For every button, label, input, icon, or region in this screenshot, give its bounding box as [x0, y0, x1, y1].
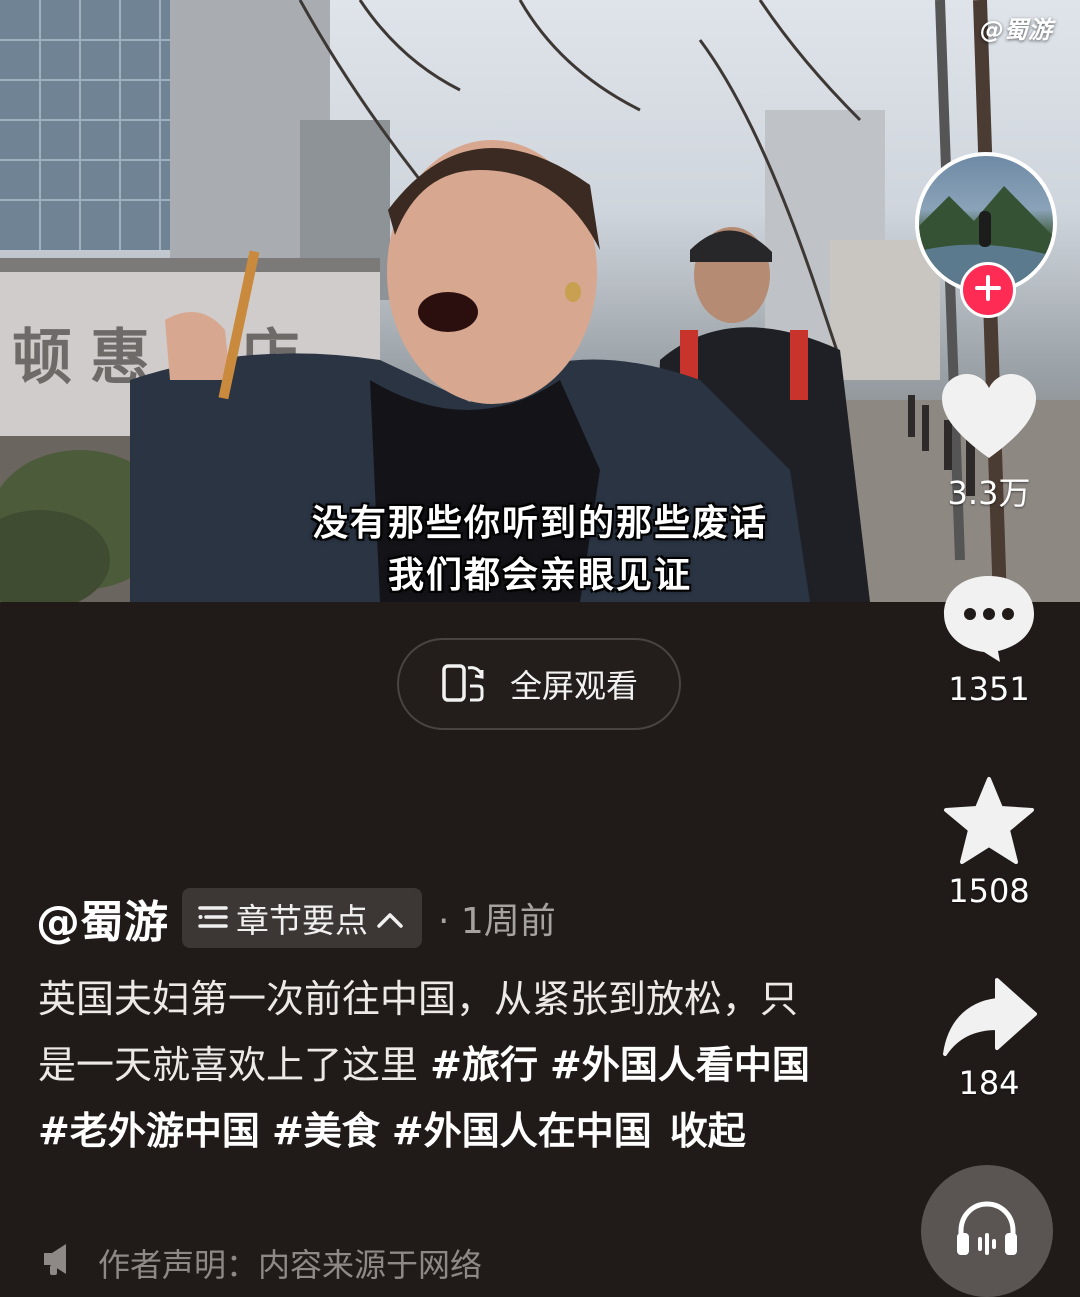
- share-button[interactable]: 184: [919, 976, 1059, 1102]
- like-count: 3.3万: [947, 474, 1031, 512]
- fullscreen-label: 全屏观看: [509, 667, 638, 705]
- favorite-count: 1508: [948, 872, 1030, 910]
- hashtag-link[interactable]: #美食: [272, 1109, 380, 1153]
- chapters-button[interactable]: 章节要点: [182, 888, 422, 948]
- svg-text:顿: 顿: [12, 323, 72, 393]
- comment-button[interactable]: 1351: [919, 572, 1059, 708]
- collapse-button[interactable]: 收起: [670, 1109, 746, 1153]
- favorite-button[interactable]: 1508: [919, 776, 1059, 910]
- post-description: 英国夫妇第一次前往中国，从紧张到放松，只是一天就喜欢上了这里 #旅行 #外国人看…: [38, 966, 828, 1164]
- megaphone-icon: [40, 1241, 80, 1285]
- audio-button[interactable]: [921, 1165, 1053, 1297]
- chevron-up-icon: [376, 899, 404, 938]
- video-player[interactable]: 顿惠店: [0, 0, 1080, 602]
- follow-button[interactable]: [960, 262, 1016, 318]
- subtitle-line-2: 我们都会亲眼见证: [387, 554, 692, 596]
- share-count: 184: [958, 1064, 1020, 1102]
- notice-text: 作者声明：内容来源于网络: [98, 1246, 483, 1284]
- post-time: · 1周前: [438, 901, 556, 942]
- author-row: @蜀游 章节要点 · 1周前: [36, 886, 556, 950]
- rotate-screen-icon: [440, 658, 492, 710]
- hashtag-link[interactable]: #外国人看中国: [550, 1043, 810, 1087]
- subtitle-line-1: 没有那些你听到的那些废话: [311, 502, 768, 544]
- comment-count: 1351: [948, 670, 1030, 708]
- plus-icon: [974, 274, 1002, 306]
- star-icon: [943, 777, 1035, 870]
- comment-icon: [940, 576, 1038, 668]
- hashtag-link[interactable]: #老外游中国: [38, 1109, 260, 1153]
- headphones-icon: [954, 1199, 1020, 1263]
- heart-icon: [940, 374, 1038, 466]
- hashtag-link[interactable]: #外国人在中国: [392, 1109, 652, 1153]
- share-icon: [941, 978, 1037, 1062]
- video-watermark: @蜀游: [980, 16, 1052, 44]
- fullscreen-button[interactable]: 全屏观看: [397, 638, 681, 730]
- like-button[interactable]: 3.3万: [919, 372, 1059, 514]
- hashtag-link[interactable]: #旅行: [430, 1043, 538, 1087]
- author-name[interactable]: @蜀游: [36, 886, 168, 950]
- list-icon: [198, 899, 228, 938]
- chapters-label: 章节要点: [236, 901, 368, 940]
- author-notice: 作者声明：内容来源于网络: [40, 1240, 482, 1286]
